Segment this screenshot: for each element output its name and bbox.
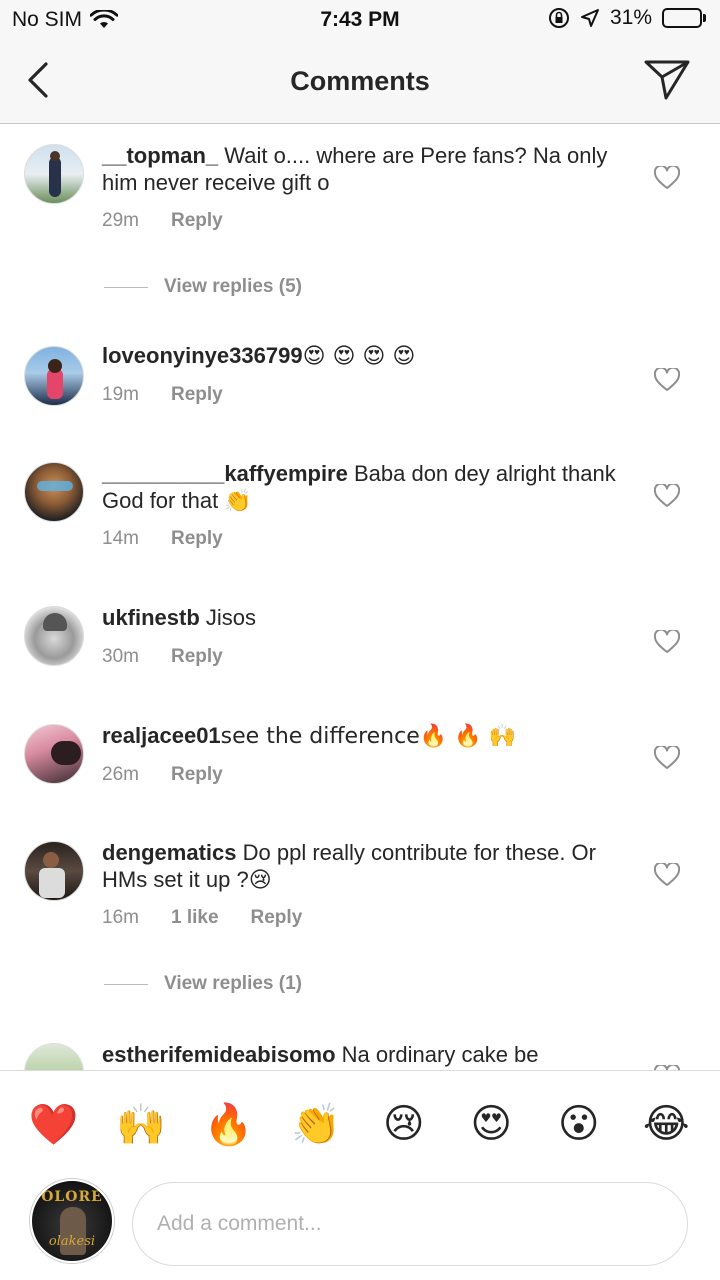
comment-time: 14m [102,528,139,549]
avatar[interactable] [24,606,84,666]
avatar[interactable] [24,1043,84,1070]
raised-hands-emoji-button[interactable]: 🙌 [106,1101,176,1148]
reply-button[interactable]: Reply [171,646,223,668]
crying-emoji-button[interactable]: 😢 [369,1101,439,1148]
comment-username[interactable]: dengematics [102,840,237,865]
comment-username[interactable]: loveonyinye336799 [102,343,303,368]
comment-input[interactable] [132,1182,688,1266]
page-title: Comments [290,66,430,96]
heart-eyes-emoji-button[interactable]: 😍 [456,1101,526,1148]
comments-header: Comments [0,40,720,124]
comment-time: 30m [102,646,139,667]
avatar[interactable] [24,346,84,406]
heart-icon[interactable] [654,863,680,887]
comment-username[interactable]: __________kaffyempire [102,461,348,486]
battery-percent: 31% [609,6,652,29]
status-bar: No SIM 7:43 PM 31% [0,0,720,40]
battery-icon [662,8,706,28]
view-replies-label: View replies (5) [164,276,302,297]
heart-icon[interactable] [654,746,680,770]
heart-icon[interactable] [654,368,680,392]
avatar-logo-text: OLORE [41,1189,103,1205]
reply-button[interactable]: Reply [171,528,223,550]
comment-list[interactable]: __topman_ Wait o.... where are Pere fans… [0,124,720,1070]
divider [104,983,148,985]
direct-send-icon[interactable] [642,56,692,102]
comment-text: 😍 😍 😍 😍 [302,344,416,369]
likes-count-button[interactable]: 1 like [171,907,219,929]
reply-button[interactable]: Reply [251,907,303,929]
orientation-lock-icon [548,8,569,28]
comment-username[interactable]: ukfinestb [102,605,200,630]
view-replies-button[interactable]: View replies (1) [104,973,302,995]
divider [104,286,148,288]
reply-button[interactable]: Reply [171,210,223,232]
clapping-emoji-button[interactable]: 👏 [281,1101,351,1148]
comment-text: Jisos [199,605,257,630]
comment-time: 26m [102,764,139,785]
emoji-reactions: ❤️ 🙌 🔥 👏 😢 😍 😮 😂 [0,1101,720,1148]
comment-username[interactable]: estherifemideabisomo [102,1042,336,1067]
avatar-signature-text: olakesi [48,1234,96,1249]
location-arrow-icon [580,9,599,27]
surprised-emoji-button[interactable]: 😮 [544,1101,614,1148]
heart-icon[interactable] [654,630,680,654]
avatar[interactable] [24,462,84,522]
comment-time: 19m [102,384,139,405]
avatar[interactable] [24,724,84,784]
view-replies-button[interactable]: View replies (5) [104,276,302,298]
current-user-avatar: OLORE olakesi [30,1179,114,1263]
comment-time: 29m [102,210,139,231]
fire-emoji-button[interactable]: 🔥 [194,1101,264,1148]
comment-username[interactable]: __topman_ [102,143,218,168]
avatar[interactable] [24,841,84,901]
view-replies-label: View replies (1) [164,973,302,994]
comment-text: Na ordinary cake be [335,1042,539,1067]
laughing-emoji-button[interactable]: 😂 [631,1101,701,1148]
heart-icon[interactable] [654,166,680,190]
heart-emoji-button[interactable]: ❤️ [19,1101,89,1148]
comment-username[interactable]: realjacee01 [102,723,221,748]
comment-time: 16m [102,907,139,928]
avatar[interactable] [24,144,84,204]
comment-text: see the difference🔥 🔥 🙌 [220,724,516,749]
reply-button[interactable]: Reply [171,764,223,786]
reply-button[interactable]: Reply [171,384,223,406]
heart-icon[interactable] [654,484,680,508]
